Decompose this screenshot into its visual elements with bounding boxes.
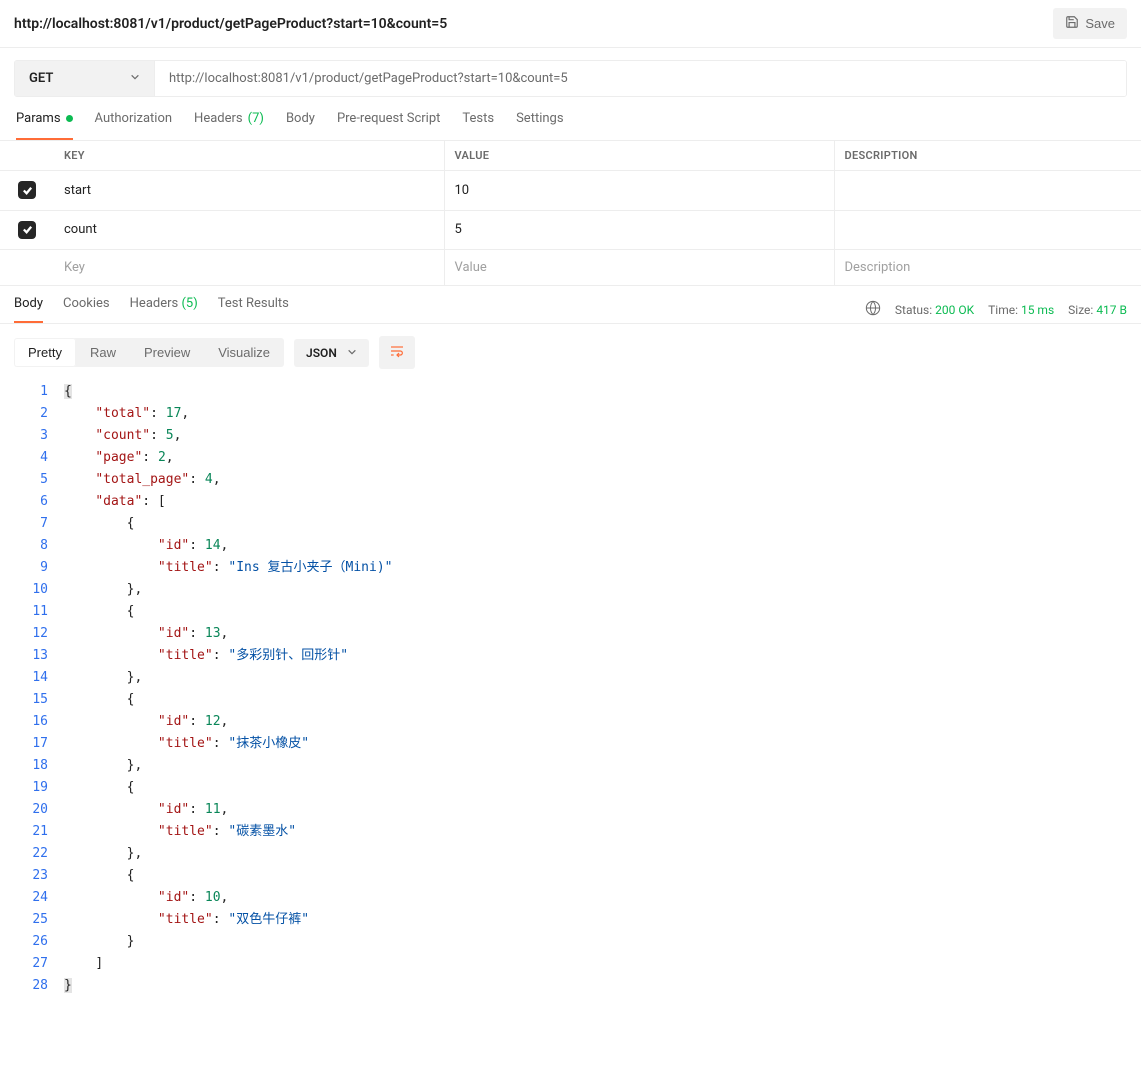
code-line: 22 }, xyxy=(14,843,1127,865)
method-select[interactable]: GET xyxy=(15,61,155,96)
request-tabs: Params Authorization Headers (7) Body Pr… xyxy=(0,97,1141,141)
code-line: 12 "id": 13, xyxy=(14,623,1127,645)
col-key: KEY xyxy=(54,141,444,171)
code-line: 13 "title": "多彩别针、回形针" xyxy=(14,645,1127,667)
code-line: 25 "title": "双色牛仔裤" xyxy=(14,909,1127,931)
status: Status: 200 OK xyxy=(895,303,974,317)
col-desc: DESCRIPTION xyxy=(834,141,1141,171)
param-value[interactable]: 10 xyxy=(444,171,834,211)
code-line: 23 { xyxy=(14,865,1127,887)
col-checkbox xyxy=(0,141,54,171)
view-visualize[interactable]: Visualize xyxy=(204,338,284,367)
tab-params[interactable]: Params xyxy=(16,111,73,140)
code-line: 20 "id": 11, xyxy=(14,799,1127,821)
table-row[interactable]: start 10 xyxy=(0,171,1141,211)
code-line: 14 }, xyxy=(14,667,1127,689)
param-key[interactable]: count xyxy=(54,210,444,250)
chevron-down-icon xyxy=(347,346,357,360)
code-line: 5 "total_page": 4, xyxy=(14,469,1127,491)
url-input[interactable]: http://localhost:8081/v1/product/getPage… xyxy=(155,61,1126,96)
request-area: GET http://localhost:8081/v1/product/get… xyxy=(0,48,1141,97)
code-line: 18 }, xyxy=(14,755,1127,777)
rtab-headers[interactable]: Headers (5) xyxy=(130,296,198,323)
table-row[interactable]: count 5 xyxy=(0,210,1141,250)
time: Time: 15 ms xyxy=(988,303,1054,317)
view-mode-group: Pretty Raw Preview Visualize xyxy=(14,338,284,367)
code-line: 8 "id": 14, xyxy=(14,535,1127,557)
response-meta: Status: 200 OK Time: 15 ms Size: 417 B xyxy=(865,300,1127,319)
rtab-test-results[interactable]: Test Results xyxy=(218,296,289,323)
param-value-placeholder[interactable]: Value xyxy=(444,250,834,286)
response-code[interactable]: 1{2 "total": 17,3 "count": 5,4 "page": 2… xyxy=(0,381,1141,1011)
col-value: VALUE xyxy=(444,141,834,171)
wrap-icon xyxy=(389,343,405,362)
code-line: 17 "title": "抹茶小橡皮" xyxy=(14,733,1127,755)
code-line: 28} xyxy=(14,975,1127,997)
code-line: 26 } xyxy=(14,931,1127,953)
code-line: 11 { xyxy=(14,601,1127,623)
code-line: 10 }, xyxy=(14,579,1127,601)
code-line: 4 "page": 2, xyxy=(14,447,1127,469)
code-line: 7 { xyxy=(14,513,1127,535)
view-preview[interactable]: Preview xyxy=(130,338,204,367)
param-desc[interactable] xyxy=(834,210,1141,250)
tab-authorization[interactable]: Authorization xyxy=(95,111,173,140)
view-bar: Pretty Raw Preview Visualize JSON xyxy=(0,324,1141,381)
code-line: 1{ xyxy=(14,381,1127,403)
table-row-placeholder[interactable]: Key Value Description xyxy=(0,250,1141,286)
view-pretty[interactable]: Pretty xyxy=(14,338,76,367)
code-line: 9 "title": "Ins 复古小夹子（Mini)" xyxy=(14,557,1127,579)
param-value[interactable]: 5 xyxy=(444,210,834,250)
size: Size: 417 B xyxy=(1068,303,1127,317)
rtab-body[interactable]: Body xyxy=(14,296,43,323)
param-desc[interactable] xyxy=(834,171,1141,211)
tab-settings[interactable]: Settings xyxy=(516,111,563,140)
code-line: 16 "id": 12, xyxy=(14,711,1127,733)
tab-tests[interactable]: Tests xyxy=(462,111,494,140)
code-line: 24 "id": 10, xyxy=(14,887,1127,909)
param-key[interactable]: start xyxy=(54,171,444,211)
checkbox-checked[interactable] xyxy=(18,181,36,199)
method-value: GET xyxy=(29,71,53,86)
code-line: 3 "count": 5, xyxy=(14,425,1127,447)
response-tabs: Body Cookies Headers (5) Test Results St… xyxy=(0,286,1141,324)
param-key-placeholder[interactable]: Key xyxy=(54,250,444,286)
params-table: KEY VALUE DESCRIPTION start 10 count 5 K… xyxy=(0,141,1141,286)
tab-body[interactable]: Body xyxy=(286,111,315,140)
wrap-lines-button[interactable] xyxy=(379,336,415,369)
save-icon xyxy=(1065,15,1079,32)
save-button[interactable]: Save xyxy=(1053,8,1127,39)
code-line: 27 ] xyxy=(14,953,1127,975)
code-line: 19 { xyxy=(14,777,1127,799)
code-line: 21 "title": "碳素墨水" xyxy=(14,821,1127,843)
tab-headers[interactable]: Headers (7) xyxy=(194,111,264,140)
checkbox-checked[interactable] xyxy=(18,221,36,239)
globe-icon[interactable] xyxy=(865,300,881,319)
format-select[interactable]: JSON xyxy=(294,339,369,367)
chevron-down-icon xyxy=(130,71,140,86)
tab-prerequest[interactable]: Pre-request Script xyxy=(337,111,440,140)
param-desc-placeholder[interactable]: Description xyxy=(834,250,1141,286)
header-bar: http://localhost:8081/v1/product/getPage… xyxy=(0,0,1141,48)
active-dot-icon xyxy=(66,115,73,122)
code-line: 15 { xyxy=(14,689,1127,711)
save-label: Save xyxy=(1085,16,1115,31)
request-title: http://localhost:8081/v1/product/getPage… xyxy=(14,16,447,32)
rtab-cookies[interactable]: Cookies xyxy=(63,296,110,323)
request-row: GET http://localhost:8081/v1/product/get… xyxy=(14,60,1127,97)
code-line: 6 "data": [ xyxy=(14,491,1127,513)
code-line: 2 "total": 17, xyxy=(14,403,1127,425)
view-raw[interactable]: Raw xyxy=(76,338,130,367)
